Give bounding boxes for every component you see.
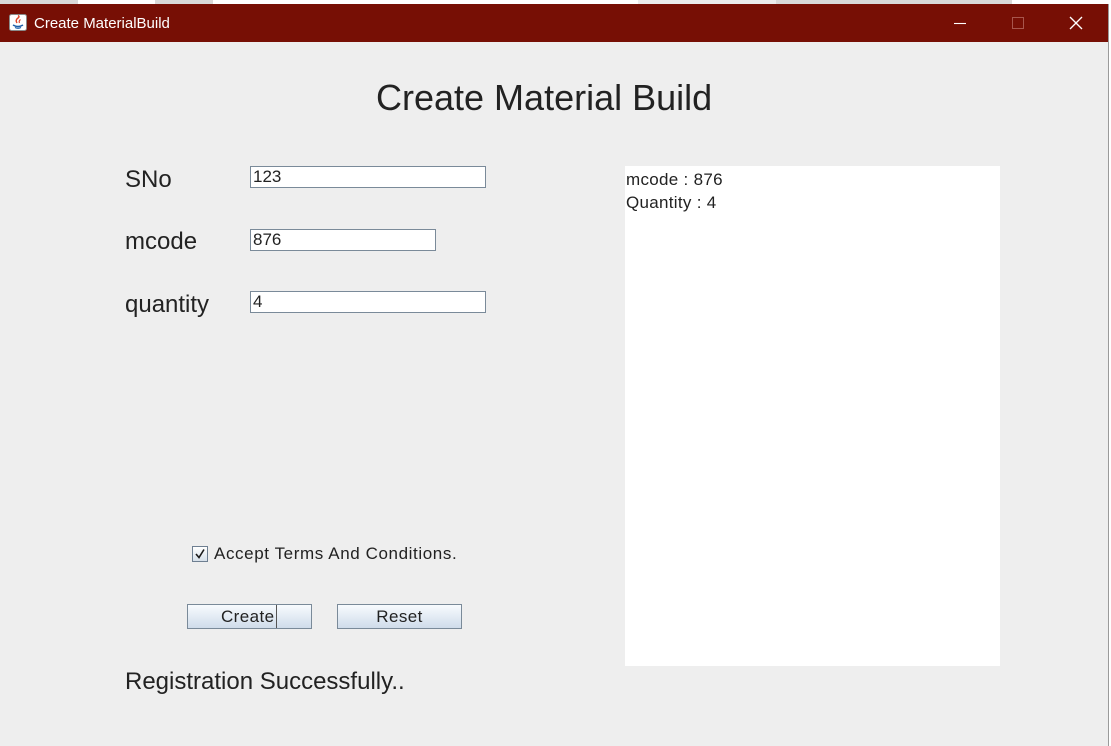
- minimize-icon: [954, 22, 966, 25]
- sno-input[interactable]: [250, 166, 486, 188]
- mcode-label: mcode: [125, 228, 198, 255]
- create-button-label: Create: [221, 605, 278, 628]
- minimize-button[interactable]: [931, 4, 989, 42]
- close-icon: [1069, 16, 1083, 30]
- quantity-input[interactable]: [250, 291, 486, 313]
- sno-label: SNo: [125, 166, 172, 193]
- checkmark-icon: [195, 549, 205, 559]
- terms-checkbox[interactable]: [192, 546, 208, 562]
- title-bar[interactable]: Create MaterialBuild: [0, 4, 1108, 42]
- output-line-mcode: mcode : 876: [626, 170, 723, 189]
- mcode-input[interactable]: [250, 229, 436, 251]
- output-text-area[interactable]: mcode : 876 Quantity : 4: [625, 166, 1000, 666]
- terms-label[interactable]: Accept Terms And Conditions.: [214, 544, 457, 564]
- status-message: Registration Successfully..: [125, 668, 405, 695]
- close-button[interactable]: [1047, 4, 1105, 42]
- form-heading: Create Material Build: [376, 77, 713, 118]
- app-window: Create MaterialBuild Create Material Bui…: [0, 4, 1109, 746]
- java-app-icon: [9, 14, 27, 31]
- reset-button-label: Reset: [376, 607, 423, 626]
- quantity-label: quantity: [125, 291, 210, 318]
- output-line-quantity: Quantity : 4: [626, 193, 717, 212]
- maximize-button[interactable]: [989, 4, 1047, 42]
- maximize-icon: [1012, 17, 1024, 29]
- reset-button[interactable]: Reset: [337, 604, 462, 629]
- window-title: Create MaterialBuild: [34, 15, 170, 32]
- create-button[interactable]: Create: [187, 604, 312, 629]
